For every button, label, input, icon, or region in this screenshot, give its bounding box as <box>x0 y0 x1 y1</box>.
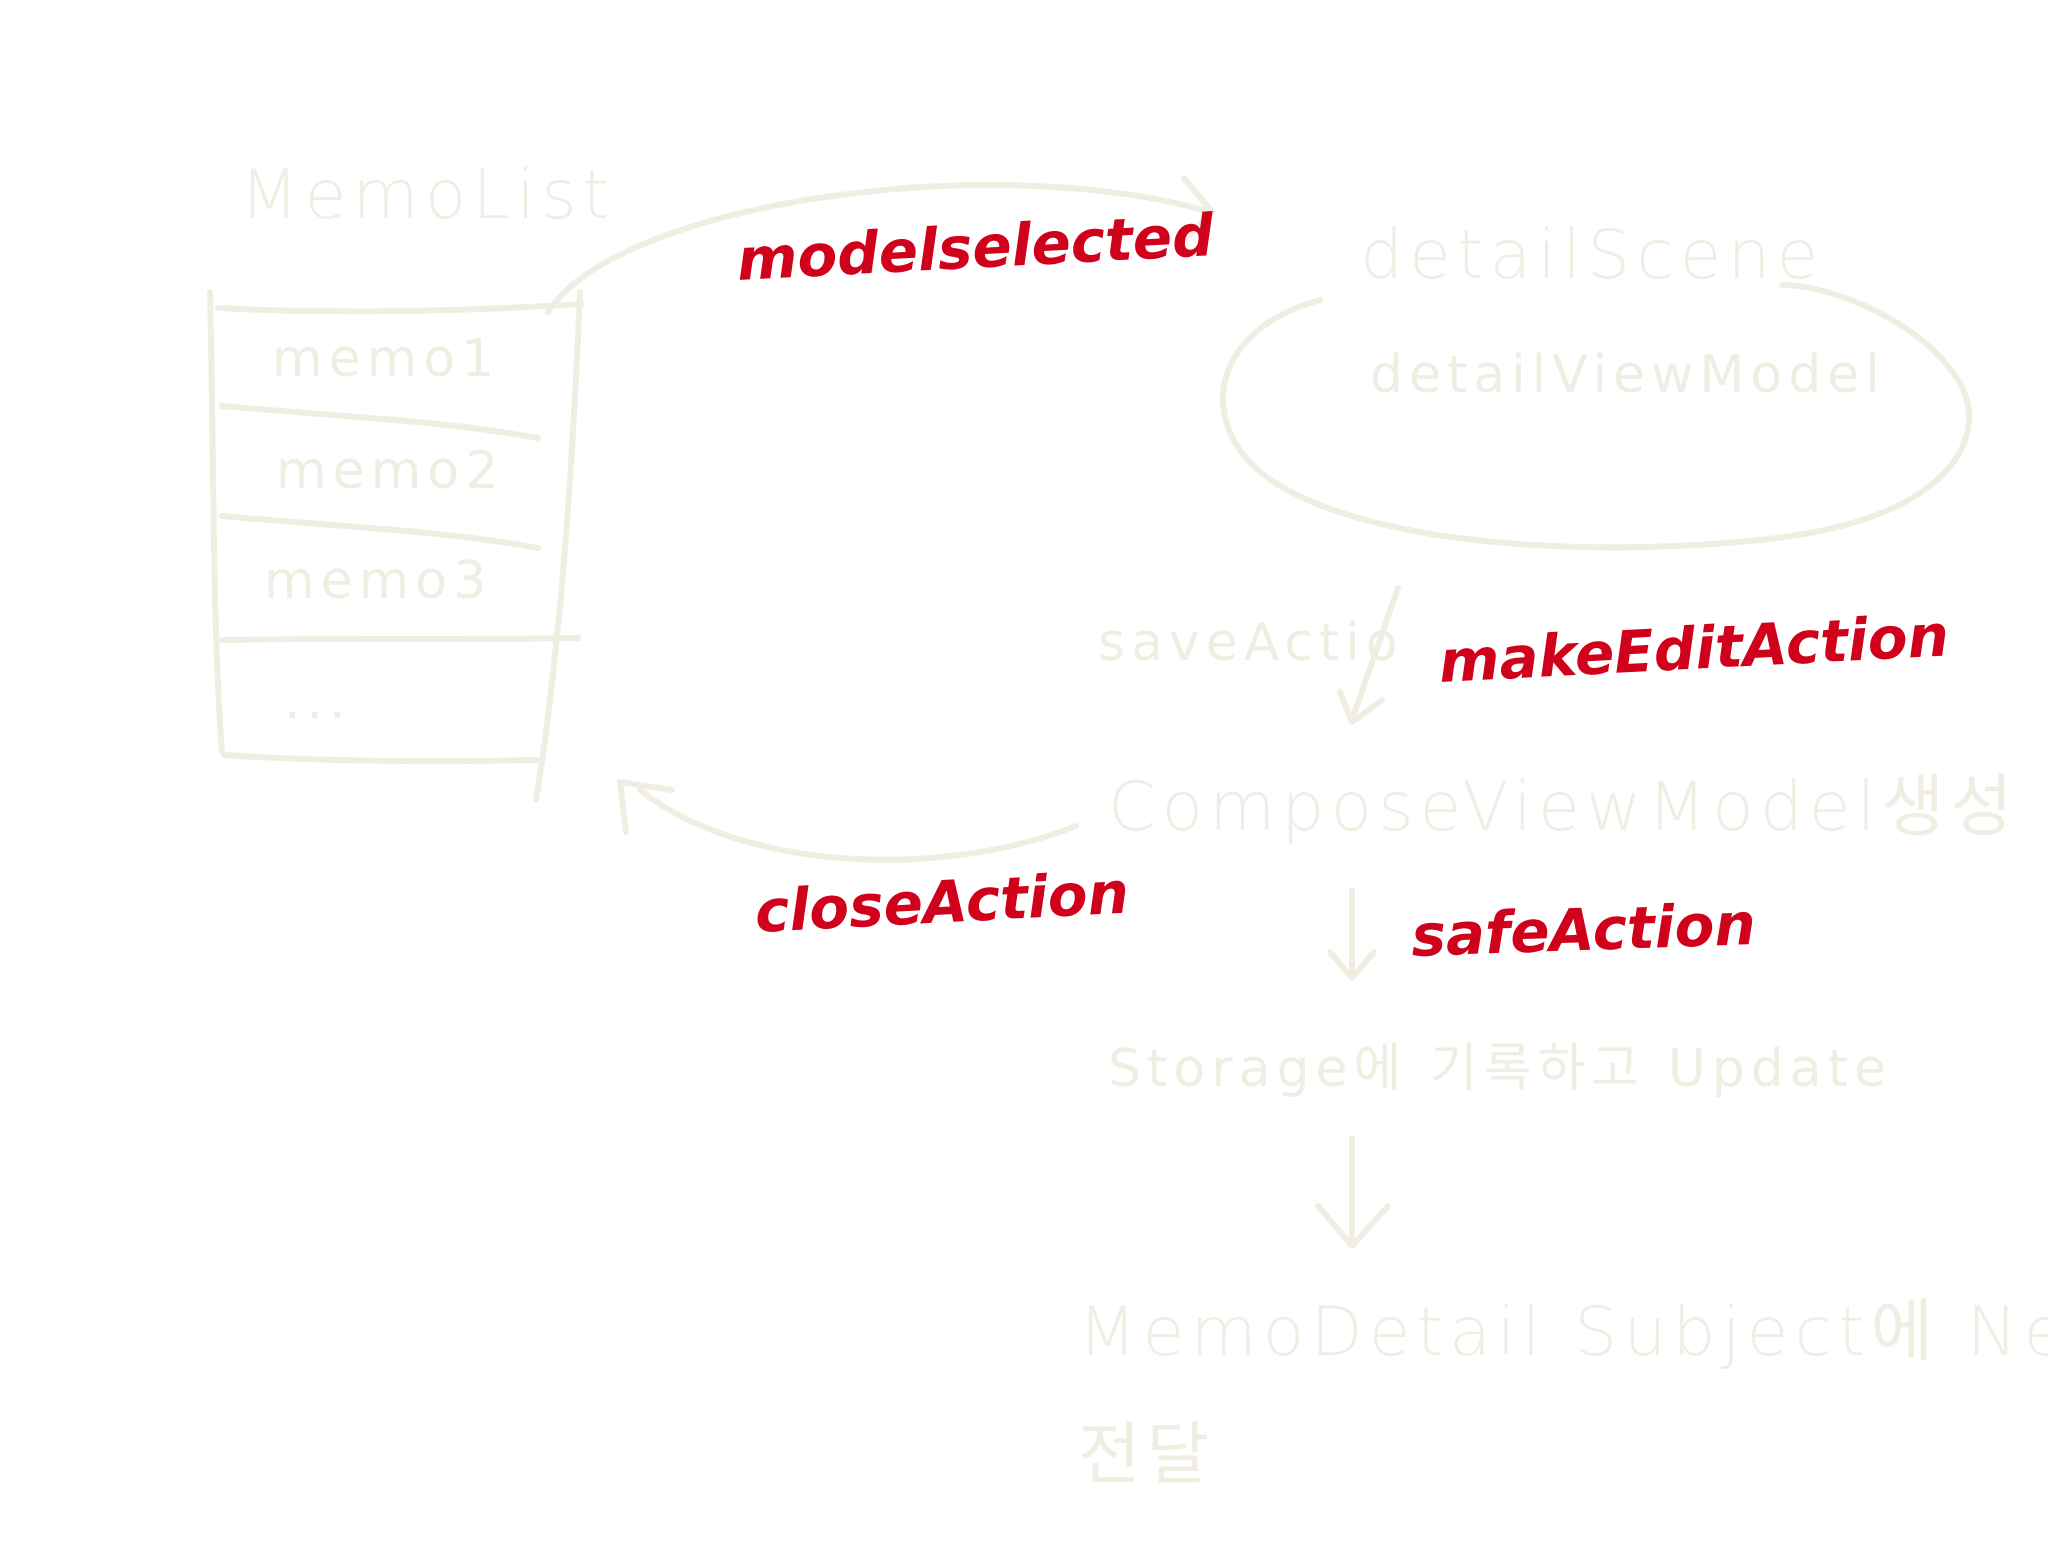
subject-step-line-1: MemoDetail Subject에 Next <box>1078 1293 2048 1372</box>
arrow-to-subject <box>1315 1135 1391 1249</box>
table-right-border <box>533 289 583 803</box>
table-row-divider-2 <box>219 513 541 551</box>
bottom-arrow-curve <box>637 787 1079 863</box>
memo-item-1: memo1 <box>272 329 500 389</box>
close-action-label: closeAction <box>753 858 1130 945</box>
table-bottom-line <box>221 752 541 765</box>
arrow-to-storage <box>1327 887 1377 981</box>
subject-step-line-2: 전달 <box>1078 1416 1215 1495</box>
action-labels: modelselected makeEditAction closeAction… <box>735 201 1950 970</box>
detail-scene: detailScene detailViewModel <box>1220 216 1972 551</box>
flow-steps: saveActio ComposeViewModel생성 Storage에 기록… <box>1078 585 2048 1495</box>
make-edit-action-label: makeEditAction <box>1437 601 1950 696</box>
save-action-side-note: saveActio <box>1098 613 1404 673</box>
table-row-divider-1 <box>219 403 541 441</box>
memo-item-more: ... <box>284 671 352 731</box>
detail-view-model-ellipse <box>1220 282 1972 551</box>
diagram-svg: MemoList memo1 memo2 memo3 ... detailSce… <box>207 156 2048 1495</box>
close-action-arrow <box>617 779 1079 863</box>
table-row-divider-3 <box>219 635 581 643</box>
model-selected-label: modelselected <box>735 201 1215 294</box>
detail-view-model-label: detailViewModel <box>1370 345 1886 405</box>
diagram-canvas: MemoList memo1 memo2 memo3 ... detailSce… <box>0 0 2048 1536</box>
memo-item-2: memo2 <box>276 441 504 501</box>
storage-step: Storage에 기록하고 Update <box>1108 1039 1892 1099</box>
table-top-line <box>215 301 585 315</box>
table-left-border <box>207 289 225 755</box>
memo-list-title: MemoList <box>240 156 615 235</box>
compose-step: ComposeViewModel생성 <box>1108 768 2019 847</box>
safe-action-label: safeAction <box>1410 890 1757 970</box>
detail-scene-title: detailScene <box>1360 216 1824 295</box>
memo-item-3: memo3 <box>264 551 492 611</box>
memo-list-table: MemoList memo1 memo2 memo3 ... <box>207 156 615 803</box>
